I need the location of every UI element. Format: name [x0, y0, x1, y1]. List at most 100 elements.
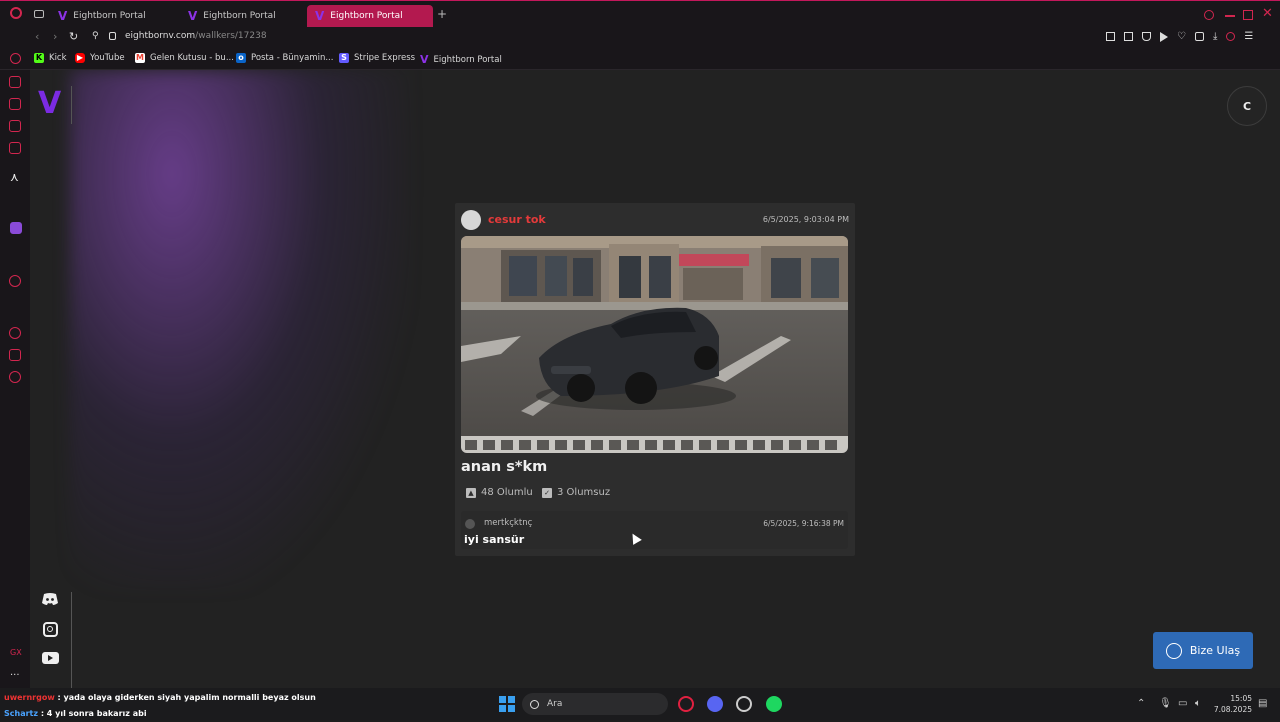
- spotify-taskbar-icon[interactable]: [766, 696, 782, 712]
- speed-dial-icon[interactable]: [10, 53, 21, 64]
- avatar[interactable]: [461, 210, 481, 230]
- extensions-sidebar-icon[interactable]: [9, 349, 21, 361]
- notifications-icon[interactable]: ▤: [1258, 698, 1267, 709]
- bookmark-icon[interactable]: [1106, 32, 1115, 41]
- windows-taskbar: uwernrgow : yada olaya giderken siyah ya…: [0, 688, 1280, 720]
- discord-taskbar-icon[interactable]: [707, 696, 723, 712]
- new-tab-button[interactable]: +: [437, 7, 447, 21]
- tab-label: Eightborn Portal: [330, 11, 403, 21]
- comment-avatar[interactable]: [465, 519, 475, 529]
- discord-icon[interactable]: [40, 591, 60, 607]
- tab-overview-icon[interactable]: [34, 10, 44, 18]
- opera-gx-taskbar-icon[interactable]: [678, 696, 694, 712]
- taskbar-search[interactable]: Ara: [522, 693, 668, 715]
- tab-3-active[interactable]: V Eightborn Portal: [307, 5, 433, 27]
- history-icon[interactable]: [9, 327, 21, 339]
- taskbar-clock[interactable]: 15:05 7.08.2025: [1212, 693, 1252, 715]
- search-icon: [530, 699, 539, 709]
- aria-icon[interactable]: [9, 76, 21, 88]
- comment-item: mertkçktnç 6/5/2025, 9:16:38 PM iyi sans…: [461, 511, 848, 549]
- pinned-app-icon[interactable]: ⋏: [10, 170, 19, 184]
- minimize-icon[interactable]: [1225, 15, 1235, 17]
- network-icon[interactable]: ▭: [1178, 698, 1187, 709]
- post-title: anan s*km: [461, 459, 548, 475]
- contact-button-label: Bize Ulaş: [1189, 644, 1241, 657]
- close-icon[interactable]: ✕: [1262, 6, 1273, 21]
- reload-icon[interactable]: ↻: [69, 30, 78, 43]
- comment-text: iyi sansür: [464, 533, 525, 546]
- tab-label: Eightborn Portal: [73, 11, 146, 21]
- twitch-icon[interactable]: [10, 222, 22, 234]
- bookmark-label: YouTube: [90, 53, 125, 63]
- post-date: 6/5/2025, 9:03:04 PM: [762, 215, 849, 224]
- eightborn-icon: V: [58, 9, 68, 23]
- chat-user: Schartz: [4, 709, 39, 718]
- browser-tabbar: V Eightborn Portal V Eightborn Portal V …: [0, 0, 1280, 28]
- shield-icon[interactable]: [1142, 32, 1151, 41]
- bookmark-eightborn[interactable]: V Eightborn Portal: [420, 53, 502, 66]
- forward-icon[interactable]: ›: [53, 30, 57, 43]
- contact-button[interactable]: Bize Ulaş: [1153, 632, 1253, 669]
- site-settings-icon[interactable]: ⚲: [92, 31, 99, 41]
- windows-start-icon[interactable]: [499, 696, 515, 712]
- heart-icon[interactable]: ♡: [1177, 32, 1186, 42]
- messenger-icon[interactable]: [9, 120, 21, 132]
- gmail-icon: M: [135, 53, 145, 63]
- volume-icon[interactable]: 🔈︎: [1195, 698, 1201, 709]
- youtube-social-icon[interactable]: [40, 650, 60, 666]
- comment-username[interactable]: mertkçktnç: [484, 518, 532, 528]
- microphone-icon[interactable]: 🎙︎: [1159, 698, 1172, 709]
- post-username[interactable]: cesur tok: [488, 213, 546, 226]
- extensions-icon[interactable]: [1194, 32, 1204, 41]
- snapshot-icon[interactable]: [1124, 32, 1133, 41]
- gx-icon[interactable]: GX: [10, 648, 22, 657]
- gmail-sidebar-icon[interactable]: [9, 142, 21, 154]
- chat-user: uwernrgow: [4, 693, 55, 702]
- bookmark-gmail[interactable]: M Gelen Kutusu - bu...: [135, 53, 234, 63]
- instagram-icon[interactable]: [40, 621, 60, 637]
- tab-label: Eightborn Portal: [203, 11, 276, 21]
- address-bar: ‹ › ↻ ⚲ eightbornv.com/wallkers/17238 ♡ …: [0, 28, 1280, 48]
- bookmark-kick[interactable]: K Kick: [34, 53, 67, 63]
- bookmark-label: Posta - Bünyamin...: [251, 53, 334, 63]
- downvote-button[interactable]: ✓ 3 Olumsuz: [542, 487, 610, 498]
- url-path: /wallkers/17238: [195, 31, 267, 41]
- bookmark-outlook[interactable]: o Posta - Bünyamin...: [236, 53, 333, 63]
- more-icon[interactable]: ···: [10, 670, 20, 681]
- check-icon: ✓: [542, 487, 552, 498]
- steam-taskbar-icon[interactable]: [736, 696, 752, 712]
- url-field[interactable]: eightbornv.com/wallkers/17238: [125, 31, 267, 41]
- bookmark-label: Eightborn Portal: [433, 54, 502, 65]
- bookmark-stripe[interactable]: S Stripe Express: [339, 53, 415, 63]
- lock-icon: [109, 32, 116, 40]
- search-tabs-icon[interactable]: [1204, 10, 1214, 20]
- user-avatar-button[interactable]: C: [1227, 86, 1267, 126]
- eightborn-icon: V: [188, 9, 198, 23]
- bookmark-label: Kick: [49, 53, 67, 63]
- chat-line: uwernrgow : yada olaya giderken siyah ya…: [4, 690, 316, 706]
- tray-overflow-icon[interactable]: ⌃: [1137, 698, 1145, 709]
- restore-icon[interactable]: [1243, 10, 1253, 20]
- back-icon[interactable]: ‹: [35, 30, 39, 43]
- page-content: V C cesur tok 6/5/2025, 9:03:04 PM anan …: [30, 70, 1280, 690]
- site-logo[interactable]: V: [38, 86, 61, 121]
- opera-menu-icon[interactable]: [10, 7, 22, 19]
- upvote-button[interactable]: ▲ 48 Olumlu: [466, 487, 533, 498]
- shopping-icon[interactable]: [9, 98, 21, 110]
- tab-1[interactable]: V Eightborn Portal: [50, 5, 178, 27]
- player-icon[interactable]: [9, 275, 21, 287]
- stripe-icon: S: [339, 53, 349, 63]
- search-placeholder: Ara: [547, 699, 563, 709]
- easy-setup-icon[interactable]: ☰: [1244, 32, 1253, 42]
- profile-icon[interactable]: [1226, 32, 1236, 41]
- upvote-count: 48 Olumlu: [481, 487, 533, 498]
- settings-icon[interactable]: [9, 371, 21, 383]
- toolbar-icons: ♡ ⤓ ☰: [1106, 32, 1253, 42]
- post-image[interactable]: [461, 236, 848, 453]
- bookmark-youtube[interactable]: ▶ YouTube: [75, 53, 125, 63]
- play-icon[interactable]: [1160, 32, 1168, 42]
- download-icon[interactable]: ⤓: [1213, 32, 1217, 42]
- chat-overlay: uwernrgow : yada olaya giderken siyah ya…: [4, 690, 316, 722]
- tab-2[interactable]: V Eightborn Portal: [180, 5, 305, 27]
- background-glow: [70, 70, 410, 590]
